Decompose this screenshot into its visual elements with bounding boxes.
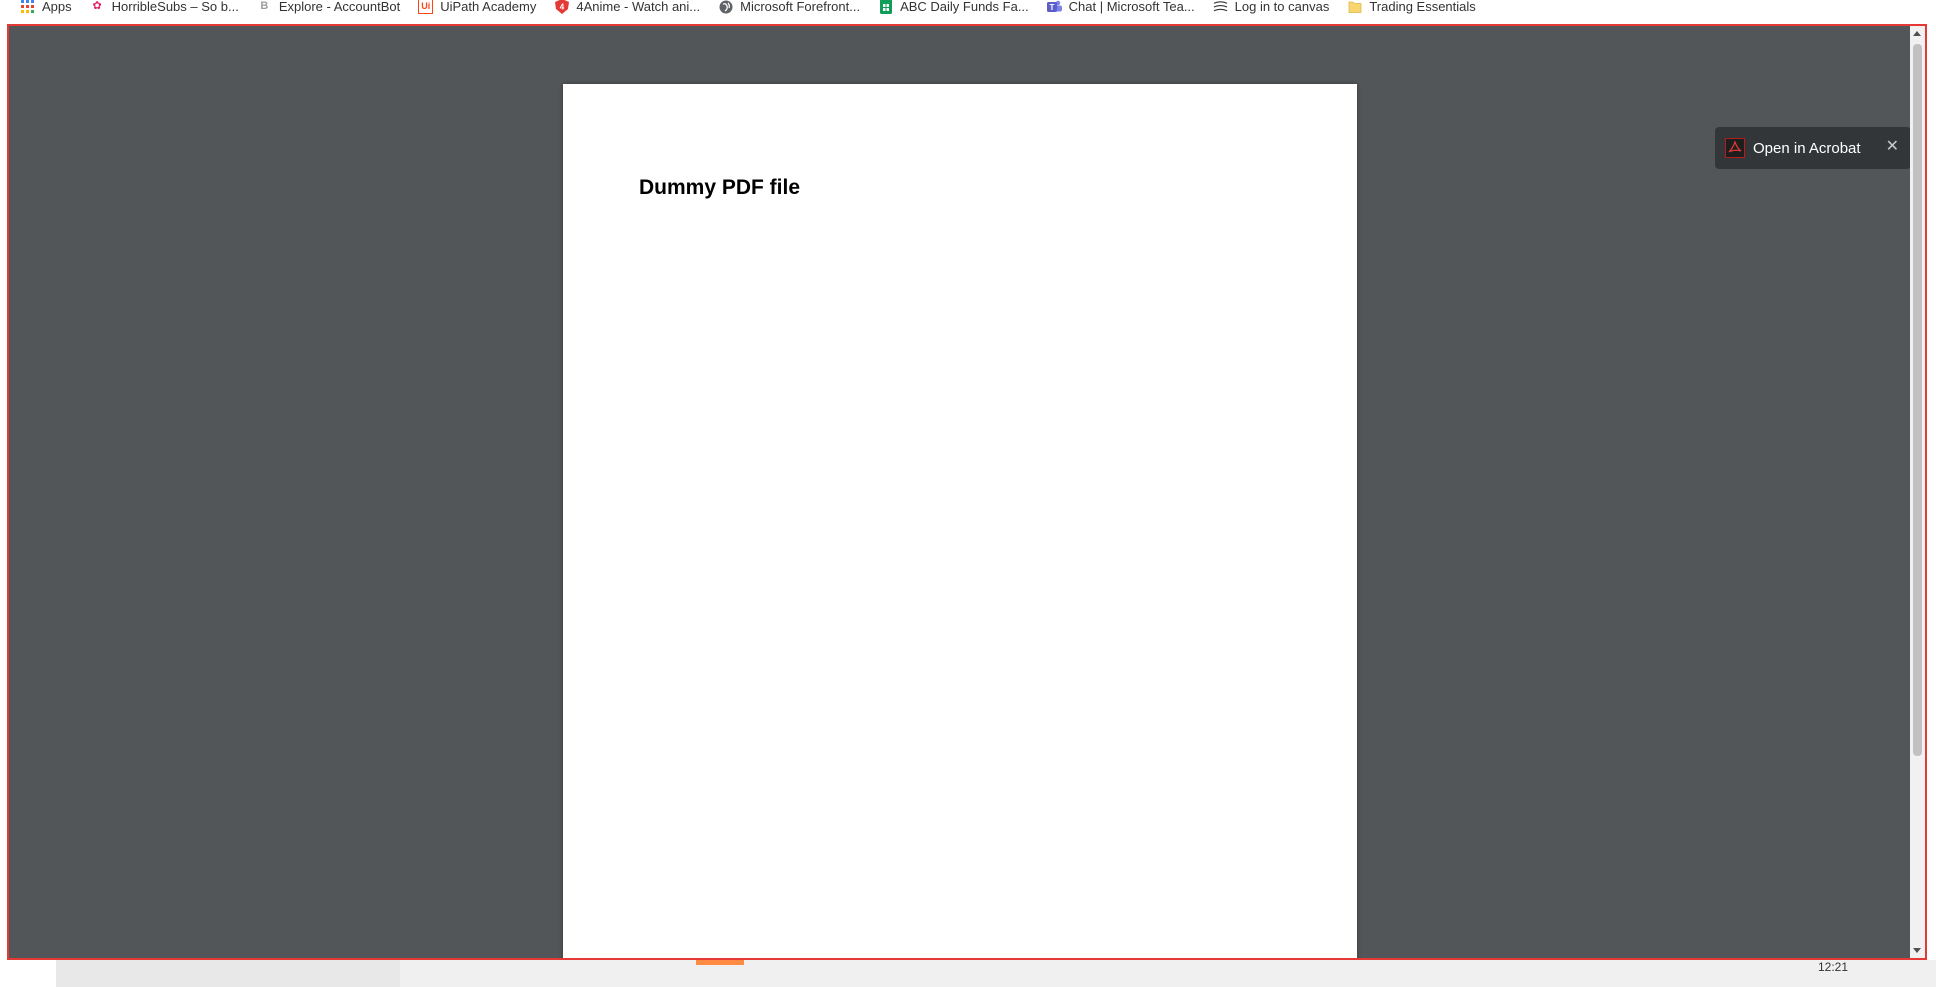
bookmark-apps[interactable]: Apps bbox=[20, 0, 72, 16]
uipath-icon: Ui bbox=[418, 0, 434, 14]
bookmark-label: UiPath Academy bbox=[440, 0, 537, 14]
bookmark-canvas[interactable]: Log in to canvas bbox=[1213, 0, 1330, 16]
bookmark-label: Microsoft Forefront... bbox=[740, 0, 861, 14]
bookmark-label: Log in to canvas bbox=[1234, 0, 1330, 14]
taskbar-clock: 12:21 bbox=[1818, 960, 1849, 974]
accountbot-icon: B bbox=[260, 0, 269, 12]
taskbar-active-app-indicator[interactable] bbox=[696, 960, 744, 965]
svg-text:4: 4 bbox=[560, 3, 565, 12]
bookmark-accountbot[interactable]: B Explore - AccountBot bbox=[257, 0, 400, 16]
sheets-icon bbox=[878, 0, 893, 14]
scroll-down-icon[interactable] bbox=[1913, 948, 1921, 953]
apps-grid-icon bbox=[20, 0, 35, 14]
bookmark-uipath[interactable]: Ui UiPath Academy bbox=[418, 0, 536, 16]
bookmark-label: Explore - AccountBot bbox=[278, 0, 401, 14]
acrobat-label: Open in Acrobat bbox=[1753, 139, 1861, 157]
bookmark-label: HorribleSubs – So b... bbox=[111, 0, 239, 14]
bookmark-label: Trading Essentials bbox=[1369, 0, 1476, 14]
globe-icon bbox=[718, 0, 733, 14]
canvas-icon bbox=[1213, 0, 1228, 14]
pdf-page: Dummy PDF file bbox=[563, 84, 1357, 958]
4anime-icon: 4 bbox=[554, 0, 569, 14]
horriblesubs-icon: ✿ bbox=[92, 0, 102, 12]
bookmark-trading-essentials[interactable]: Trading Essentials bbox=[1347, 0, 1476, 16]
taskbar: 12:21 bbox=[0, 960, 1936, 987]
page-title: Dummy PDF file bbox=[639, 176, 801, 199]
bookmark-horriblesubs[interactable]: ✿ HorribleSubs – So b... bbox=[90, 0, 239, 16]
bookmark-label: Chat | Microsoft Tea... bbox=[1068, 0, 1195, 14]
acrobat-icon bbox=[1725, 138, 1745, 158]
bookmark-label: Apps bbox=[42, 0, 72, 14]
bookmark-abc-daily-funds[interactable]: ABC Daily Funds Fa... bbox=[878, 0, 1029, 16]
bookmark-4anime[interactable]: 4 4Anime - Watch ani... bbox=[554, 0, 700, 16]
open-in-acrobat-button[interactable]: Open in Acrobat ✕ bbox=[1715, 127, 1911, 169]
bookmark-label: 4Anime - Watch ani... bbox=[576, 0, 701, 14]
teams-icon: T bbox=[1046, 0, 1062, 14]
taskbar-search-area[interactable] bbox=[56, 960, 400, 987]
scrollbar-thumb[interactable] bbox=[1913, 44, 1922, 756]
folder-icon bbox=[1347, 0, 1362, 14]
bookmark-microsoft-forefront[interactable]: Microsoft Forefront... bbox=[718, 0, 860, 16]
scroll-up-icon[interactable] bbox=[1913, 31, 1921, 36]
svg-text:T: T bbox=[1049, 3, 1054, 12]
vertical-scrollbar[interactable] bbox=[1910, 26, 1925, 958]
bookmark-microsoft-teams[interactable]: T Chat | Microsoft Tea... bbox=[1046, 0, 1195, 16]
pdf-viewer[interactable]: Dummy PDF file Open in Acrobat ✕ bbox=[7, 24, 1927, 960]
bookmarks-bar: Apps ✿ HorribleSubs – So b... B Explore … bbox=[0, 0, 1936, 24]
bookmark-label: ABC Daily Funds Fa... bbox=[900, 0, 1029, 14]
close-icon[interactable]: ✕ bbox=[1886, 137, 1899, 157]
taskbar-start-area[interactable] bbox=[0, 960, 56, 987]
